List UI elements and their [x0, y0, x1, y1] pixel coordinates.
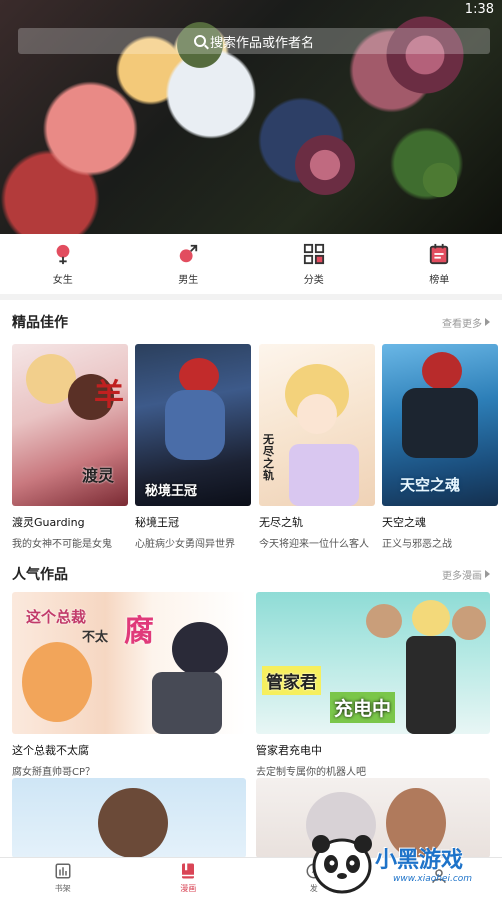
cover-title: 天空之魂	[400, 476, 461, 494]
cover-title: 不太	[82, 630, 109, 645]
panda-logo-icon	[312, 835, 372, 894]
view-more-label: 查看更多	[442, 318, 482, 330]
book-cover: 秘境王冠	[135, 344, 251, 506]
view-more-link[interactable]: 查看更多	[442, 315, 490, 330]
more-comics-link[interactable]: 更多漫画	[442, 567, 490, 582]
book-desc: 心脏病少女勇闯异世界	[135, 539, 235, 550]
comic-title: 管家君充电中	[256, 744, 322, 757]
flower-decoration	[290, 130, 360, 200]
comic-desc: 去定制专属你的机器人吧	[256, 767, 366, 778]
comic-title: 这个总裁不太腐	[12, 744, 89, 757]
book-title: 无尽之轨	[259, 516, 303, 529]
section-title: 精品佳作	[12, 315, 68, 331]
comic-book-icon	[182, 863, 195, 878]
category-classify[interactable]: 分类	[251, 234, 377, 294]
male-icon	[180, 244, 198, 262]
tab-bookshelf[interactable]: 书架	[0, 858, 126, 897]
book-cover: 羊 渡灵	[12, 344, 128, 506]
comic-card[interactable]: 管家君 充电中 管家君充电中 去定制专属你的机器人吧	[256, 592, 490, 778]
comic-card[interactable]: 这个总裁 不太 腐 这个总裁不太腐 腐女掰直帅哥CP？	[12, 592, 246, 778]
watermark-text: 小黑游戏	[375, 848, 464, 873]
book-desc: 正义与邪恶之战	[382, 539, 452, 550]
book-card[interactable]: 秘境王冠 秘境王冠 心脏病少女勇闯异世界	[135, 344, 253, 550]
book-card[interactable]: 天空之魂 天空之魂 正义与邪恶之战	[382, 344, 500, 550]
hero-banner[interactable]: 1:38 搜索作品或作者名	[0, 0, 502, 234]
flower-decoration	[380, 10, 470, 100]
status-time: 1:38	[464, 2, 494, 17]
female-icon	[56, 244, 70, 264]
comic-cover: 这个总裁 不太 腐	[12, 592, 246, 734]
book-cover: 天空之魂	[382, 344, 498, 506]
book-card[interactable]: 无尽之轨 无尽之轨 今天将迎来一位什么客人	[259, 344, 377, 550]
chevron-right-icon	[485, 318, 490, 326]
category-label: 男生	[178, 274, 199, 286]
ranking-icon	[430, 243, 449, 264]
popular-section: 人气作品 更多漫画 这个总裁 不太 腐 这个总裁不太腐 腐女掰直帅哥CP？ 管家…	[0, 552, 502, 858]
comic-cover: 管家君 充电中	[256, 592, 490, 734]
search-icon	[193, 35, 206, 47]
category-female[interactable]: 女生	[0, 234, 126, 294]
section-title: 人气作品	[12, 567, 68, 583]
featured-section: 精品佳作 查看更多 羊 渡灵 渡灵Guarding 我的女神不可能是女鬼 秘境王…	[0, 300, 502, 552]
category-nav: 女生 男生 分类 榜单	[0, 234, 502, 294]
search-placeholder: 搜索作品或作者名	[209, 35, 314, 51]
grid-icon	[303, 243, 324, 264]
cover-title: 充电中	[330, 692, 396, 723]
tab-label: 漫画	[180, 883, 197, 893]
comic-cover	[12, 778, 246, 858]
comic-desc: 腐女掰直帅哥CP？	[12, 767, 96, 778]
book-card[interactable]: 羊 渡灵 渡灵Guarding 我的女神不可能是女鬼	[12, 344, 130, 550]
category-label: 女生	[52, 274, 73, 286]
cover-title: 秘境王冠	[145, 484, 198, 499]
watermark-url: www.xiaohei.com	[393, 874, 473, 884]
more-comics-label: 更多漫画	[442, 570, 482, 582]
search-bar[interactable]: 搜索作品或作者名	[18, 28, 490, 54]
category-label: 分类	[303, 274, 324, 286]
leaf-decoration	[410, 150, 470, 210]
cover-title: 渡灵	[82, 466, 115, 485]
cover-title: 腐	[124, 614, 154, 649]
book-desc: 我的女神不可能是女鬼	[12, 539, 112, 550]
book-title: 天空之魂	[382, 516, 426, 529]
book-desc: 今天将迎来一位什么客人	[259, 539, 369, 550]
chevron-right-icon	[485, 570, 490, 578]
book-title: 渡灵Guarding	[12, 516, 85, 529]
category-ranking[interactable]: 榜单	[377, 234, 502, 294]
bookshelf-icon	[55, 863, 71, 878]
cover-title: 管家君	[262, 666, 321, 695]
cover-title: 这个总裁	[26, 608, 87, 626]
site-watermark: 小黑游戏 www.xiaohei.com	[305, 828, 502, 897]
section-header: 精品佳作 查看更多	[12, 312, 490, 332]
cover-title: 无尽之轨	[263, 433, 274, 482]
tab-comics[interactable]: 漫画	[126, 858, 252, 897]
book-cover: 无尽之轨	[259, 344, 375, 506]
category-label: 榜单	[429, 274, 450, 286]
tab-label: 书架	[54, 883, 71, 893]
book-title: 秘境王冠	[135, 516, 179, 529]
section-header: 人气作品 更多漫画	[12, 564, 490, 584]
comic-card[interactable]	[12, 778, 246, 858]
category-male[interactable]: 男生	[126, 234, 252, 294]
